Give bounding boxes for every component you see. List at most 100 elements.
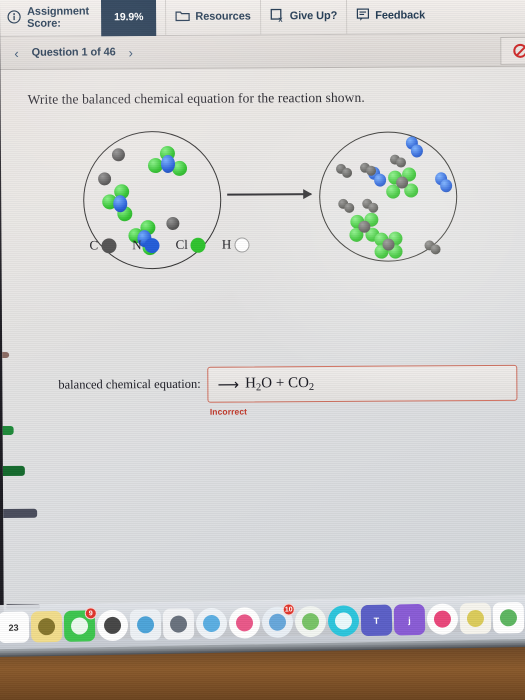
assignment-score: Assignment Score: 19.9% [0, 0, 167, 36]
answer-label: balanced chemical equation: [58, 376, 201, 392]
legend-label-c: C [89, 237, 99, 253]
atom-c [98, 172, 112, 186]
stickies-icon[interactable] [459, 602, 492, 635]
speech-bubble-icon [356, 7, 370, 24]
question-counter: Question 1 of 46 [31, 46, 116, 59]
atom-legend: C N Cl H [89, 236, 258, 253]
legend-swatch-cl-icon [190, 237, 206, 253]
launchpad-icon[interactable] [162, 608, 195, 640]
balanced-equation-input[interactable]: ⟶ H2O + CO2 [207, 364, 518, 403]
answer-arrow-glyph: ⟶ [217, 377, 240, 394]
top-toolbar: Assignment Score: 19.9% Resources x Give… [0, 0, 525, 37]
app-screen: Assignment Score: 19.9% Resources x Give… [0, 0, 525, 632]
calendar-icon[interactable]: 23 [0, 611, 30, 644]
legend-swatch-n-icon [144, 237, 160, 253]
preview-icon[interactable] [129, 608, 162, 641]
resources-label: Resources [195, 10, 251, 23]
labs-icon[interactable] [294, 605, 327, 638]
atom-n [374, 173, 387, 187]
edge-chip-2 [2, 425, 14, 435]
give-up-label: Give Up? [289, 9, 338, 23]
question-prompt: Write the balanced chemical equation for… [27, 89, 365, 107]
question-content: Write the balanced chemical equation for… [0, 67, 525, 417]
legend-item-n: N [132, 237, 160, 253]
twitter-icon[interactable] [195, 607, 228, 640]
news-icon-glyph [433, 610, 452, 628]
atom-c [430, 244, 441, 255]
calendar-icon-label: 23 [8, 622, 19, 633]
facetime-icon-badge: 9 [84, 607, 97, 620]
numbers-icon-glyph [499, 609, 518, 627]
atom-n [440, 179, 453, 193]
photos-icon-badge: 10 [282, 603, 295, 616]
notes-icon[interactable] [30, 610, 63, 643]
legend-item-h: H [221, 236, 250, 253]
atom-c [166, 216, 180, 230]
music-icon[interactable] [228, 607, 261, 639]
atom-c [382, 238, 395, 251]
chevron-right-icon[interactable]: › [129, 45, 133, 60]
twitter-icon-glyph [202, 614, 221, 633]
legend-swatch-c-icon [101, 237, 117, 253]
stickies-icon-glyph [466, 609, 485, 628]
news-icon[interactable] [426, 603, 459, 635]
legend-swatch-h-icon [234, 236, 250, 253]
edge-chip-1 [2, 351, 10, 358]
teams-icon[interactable]: T [360, 604, 393, 637]
atom-c [344, 202, 355, 213]
legend-item-cl: Cl [176, 237, 206, 253]
messenger-icon-glyph [334, 612, 353, 630]
labs-icon-glyph [301, 612, 320, 631]
atom-c [368, 202, 379, 213]
folder-icon [175, 9, 190, 25]
atom-n [160, 154, 176, 174]
facetime-icon[interactable]: 9 [63, 607, 97, 642]
resources-button[interactable]: Resources [166, 0, 261, 35]
atom-n [410, 144, 423, 158]
legend-label-cl: Cl [175, 236, 188, 252]
assignment-score-label-1: Assignment [27, 5, 90, 18]
svg-text:x: x [278, 14, 283, 22]
legend-label-h: H [221, 236, 232, 252]
atom-c [366, 165, 377, 176]
photos-icon-glyph [268, 613, 287, 631]
assignment-score-value: 19.9% [100, 0, 157, 36]
question-nav-bar: ‹ Question 1 of 46 › [0, 33, 525, 70]
edge-chip-3 [2, 465, 25, 476]
feedback-button[interactable]: Feedback [347, 0, 525, 34]
music-icon-glyph [235, 614, 254, 632]
chrome-icon-glyph [103, 616, 122, 635]
launchpad-icon-glyph [169, 615, 188, 633]
square-x-icon: x [270, 8, 285, 25]
atom-c [342, 167, 353, 178]
answer-value: H2O + CO2 [245, 375, 315, 394]
screen-photo: Assignment Score: 19.9% Resources x Give… [0, 0, 525, 700]
reaction-arrow [227, 193, 312, 196]
jira-icon[interactable]: j [393, 603, 426, 636]
teams-icon-label: T [373, 615, 380, 626]
legend-label-n: N [132, 237, 142, 253]
question-status-button[interactable] [500, 36, 525, 65]
info-circle-icon [7, 9, 21, 26]
jira-icon-label: j [408, 614, 411, 625]
chevron-left-icon[interactable]: ‹ [14, 45, 18, 60]
assignment-score-label-2: Score: [27, 17, 61, 30]
molecule-figure [1, 117, 525, 310]
feedback-label: Feedback [375, 9, 426, 22]
photos-icon[interactable]: 10 [261, 603, 295, 639]
atom-n [113, 195, 128, 213]
atom-c [396, 176, 409, 189]
atom-c [358, 220, 371, 233]
answer-row: balanced chemical equation: ⟶ H2O + CO2 … [2, 364, 525, 418]
preview-icon-glyph [136, 616, 155, 634]
give-up-button[interactable]: x Give Up? [260, 0, 348, 35]
facetime-icon-glyph [70, 617, 89, 635]
messenger-icon[interactable] [327, 605, 360, 637]
chrome-icon[interactable] [96, 609, 129, 642]
atom-c [111, 148, 125, 162]
answer-feedback: Incorrect [209, 406, 248, 417]
atom-c [395, 157, 407, 168]
numbers-icon[interactable] [492, 602, 525, 634]
no-entry-icon [513, 43, 525, 58]
edge-chip-4 [3, 508, 38, 518]
